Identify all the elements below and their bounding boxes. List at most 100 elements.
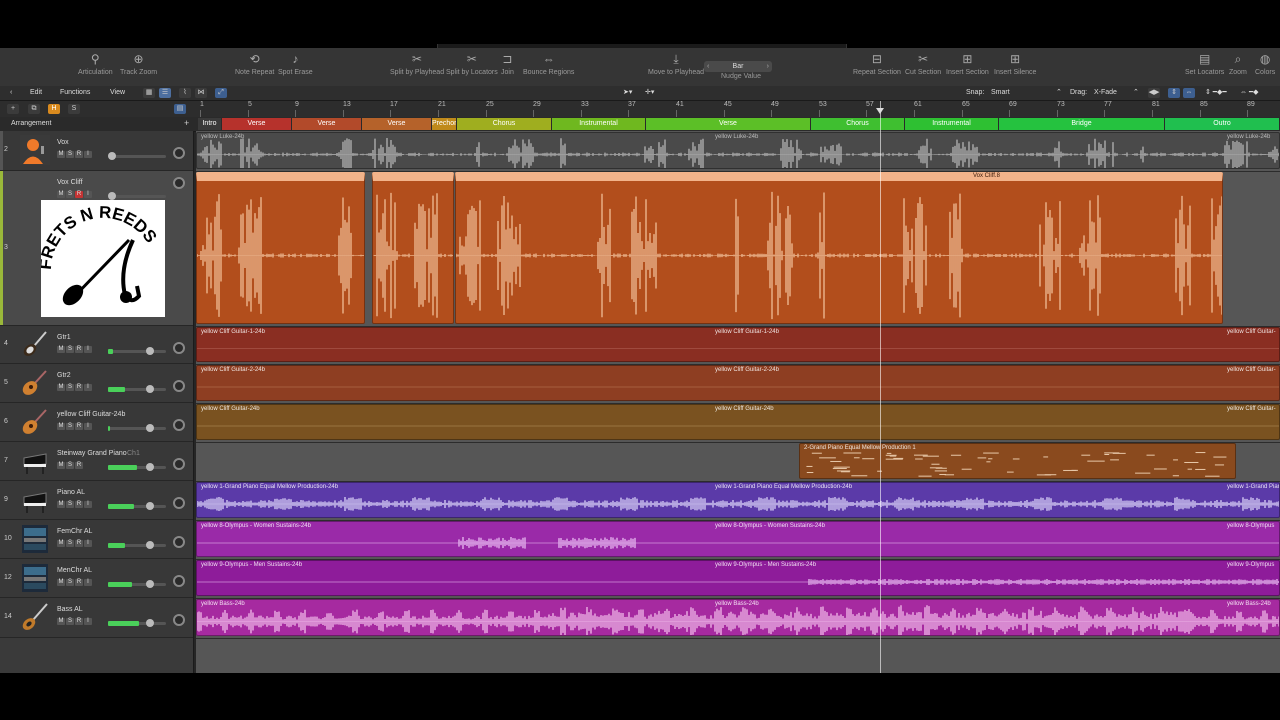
pencil-tool-icon[interactable]: ✛▾: [645, 88, 654, 98]
fader-knob[interactable]: [146, 463, 154, 471]
split-by-locators-button[interactable]: ✂ Split by Locators: [446, 52, 498, 77]
playhead-marker-icon[interactable]: [876, 108, 884, 114]
track-header-7[interactable]: 9 Piano AL M S R I: [0, 481, 193, 520]
pan-knob[interactable]: [173, 458, 185, 470]
snap-select[interactable]: Smart: [991, 88, 1010, 98]
input-monitor-button[interactable]: I: [84, 151, 92, 158]
nudge-left-icon[interactable]: ‹: [707, 61, 709, 72]
volume-fader[interactable]: [108, 192, 166, 200]
input-monitor-button[interactable]: I: [84, 346, 92, 353]
track-header-10[interactable]: 14 Bass AL M S R I: [0, 598, 193, 638]
pan-knob[interactable]: [173, 497, 185, 509]
automation-icon[interactable]: ⌇: [179, 88, 191, 98]
drag-chevron-icon[interactable]: ⌃: [1133, 88, 1139, 98]
nudge-value-field[interactable]: ‹ Bar ›: [704, 61, 772, 72]
articulation-button[interactable]: ⚲ Articulation: [78, 52, 113, 77]
pan-knob[interactable]: [173, 147, 185, 159]
fader-knob[interactable]: [146, 424, 154, 432]
input-monitor-button[interactable]: I: [84, 579, 92, 586]
input-monitor-button[interactable]: I: [84, 384, 92, 391]
audio-region[interactable]: Vox Cliff.5: [372, 172, 454, 324]
mute-button[interactable]: M: [57, 151, 65, 158]
input-monitor-button[interactable]: I: [84, 191, 92, 198]
track-name[interactable]: MenChr AL: [57, 567, 92, 574]
fader-knob[interactable]: [146, 580, 154, 588]
horizontal-zoom-icon[interactable]: ⇔: [1183, 88, 1195, 98]
mute-button[interactable]: M: [57, 462, 65, 469]
insert-section-button[interactable]: ⊞ Insert Section: [946, 52, 989, 77]
audio-region[interactable]: yellow 9-Olympus - Men Sustains-24b yello…: [196, 560, 1280, 596]
record-enable-button[interactable]: R: [75, 501, 83, 508]
track-header-1[interactable]: 2 Vox M S R I: [0, 131, 193, 171]
arrangement-marker-prechorus[interactable]: Prechorus: [432, 118, 456, 130]
solo-button[interactable]: S: [68, 104, 80, 114]
arrangement-marker-instrumental[interactable]: Instrumental: [552, 118, 645, 130]
playhead[interactable]: [880, 101, 881, 673]
track-name[interactable]: Steinway Grand Piano: [57, 450, 127, 457]
pan-knob[interactable]: [173, 419, 185, 431]
volume-fader[interactable]: [108, 424, 166, 432]
waveform-zoom-icon[interactable]: ◀▶: [1148, 88, 1160, 98]
track-name[interactable]: Piano AL: [57, 489, 85, 496]
hide-button[interactable]: H: [48, 104, 60, 114]
audio-region[interactable]: yellow Cliff Guitar-24b yellow Cliff Guit…: [196, 404, 1280, 440]
track-header-9[interactable]: 12 MenChr AL M S R I: [0, 559, 193, 598]
track-zoom-button[interactable]: ⊕ Track Zoom: [120, 52, 157, 77]
back-icon[interactable]: ‹: [10, 88, 12, 98]
arrangement-marker-outro[interactable]: Outro: [1165, 118, 1279, 130]
add-track-icon[interactable]: +: [7, 104, 19, 114]
midi-region[interactable]: 2-Grand Piano Equal Mellow Production 1: [799, 443, 1236, 479]
record-enable-button[interactable]: R: [75, 384, 83, 391]
solo-button[interactable]: S: [66, 462, 74, 469]
track-name[interactable]: FemChr AL: [57, 528, 92, 535]
grid-view-icon[interactable]: ▦: [143, 88, 155, 98]
volume-fader[interactable]: [108, 347, 166, 355]
volume-fader[interactable]: [108, 580, 166, 588]
fader-knob[interactable]: [146, 385, 154, 393]
solo-button[interactable]: S: [66, 501, 74, 508]
audio-region[interactable]: Vox Cliff.8: [455, 172, 1223, 324]
insert-silence-button[interactable]: ⊞ Insert Silence: [994, 52, 1036, 77]
volume-fader[interactable]: [108, 541, 166, 549]
spot-erase-button[interactable]: ♪ Spot Erase: [278, 52, 313, 77]
list-view-icon[interactable]: ☰: [159, 88, 171, 98]
mute-button[interactable]: M: [57, 579, 65, 586]
record-enable-button[interactable]: R: [75, 540, 83, 547]
note-repeat-button[interactable]: ⟲ Note Repeat: [235, 52, 274, 77]
track-name[interactable]: Gtr1: [57, 334, 71, 341]
volume-fader[interactable]: [108, 385, 166, 393]
add-arrangement-icon[interactable]: +: [184, 118, 189, 128]
fader-knob[interactable]: [146, 541, 154, 549]
hzoom-slider-icon[interactable]: ⇔ ━◆: [1240, 88, 1259, 98]
arrangement-marker-verse[interactable]: Verse: [362, 118, 431, 130]
arrangement-marker-intro[interactable]: Intro: [198, 118, 221, 130]
mute-button[interactable]: M: [57, 384, 65, 391]
track-header-4[interactable]: 5 Gtr2 M S R I: [0, 364, 193, 403]
arrangement-marker-chorus[interactable]: Chorus: [811, 118, 904, 130]
mute-button[interactable]: M: [57, 540, 65, 547]
solo-button[interactable]: S: [66, 423, 74, 430]
fader-knob[interactable]: [146, 347, 154, 355]
audio-region[interactable]: yellow 8-Olympus - Women Sustains-24b yel…: [196, 521, 1280, 557]
mute-button[interactable]: M: [57, 423, 65, 430]
record-enable-button[interactable]: R: [75, 423, 83, 430]
solo-button[interactable]: S: [66, 191, 74, 198]
vertical-zoom-icon[interactable]: ⇕: [1168, 88, 1180, 98]
pan-knob[interactable]: [173, 380, 185, 392]
track-name[interactable]: yellow Cliff Guitar-24b: [57, 411, 125, 418]
mute-button[interactable]: M: [57, 501, 65, 508]
zoom-slider-icon[interactable]: ⇕ ━◆━: [1205, 88, 1227, 98]
audio-region[interactable]: yellow Cliff Guitar-2-24b yellow Cliff Gu…: [196, 365, 1280, 401]
arrangement-marker-verse[interactable]: Verse: [292, 118, 361, 130]
arrangement-marker-instrumental[interactable]: Instrumental: [905, 118, 998, 130]
join-button[interactable]: ⊐ Join: [501, 52, 514, 77]
volume-fader[interactable]: [108, 152, 166, 160]
input-monitor-button[interactable]: I: [84, 501, 92, 508]
pan-knob[interactable]: [173, 177, 185, 189]
split-by-playhead-button[interactable]: ✂ Split by Playhead: [390, 52, 444, 77]
audio-region[interactable]: yellow 1-Grand Piano Equal Mellow Produc…: [196, 482, 1280, 518]
nudge-right-icon[interactable]: ›: [767, 61, 769, 72]
input-monitor-button[interactable]: I: [84, 618, 92, 625]
solo-button[interactable]: S: [66, 618, 74, 625]
fader-knob[interactable]: [108, 152, 116, 160]
